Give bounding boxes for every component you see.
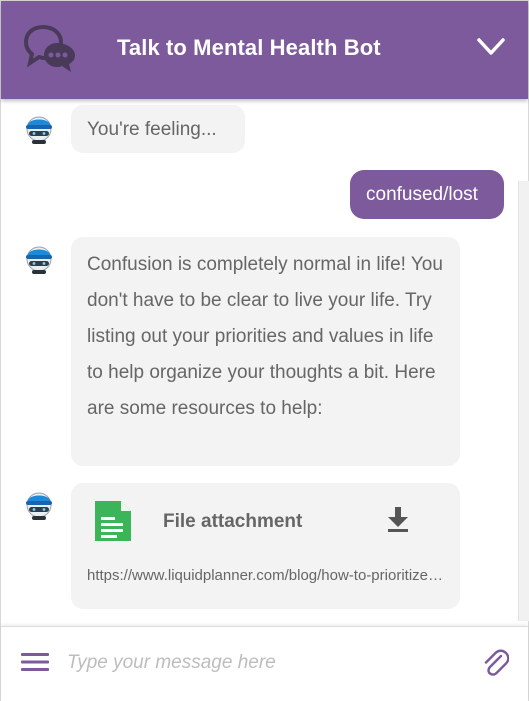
chat-widget: Talk to Mental Health Bot You're feeling…	[0, 0, 529, 701]
chevron-down-icon[interactable]	[476, 35, 506, 59]
paperclip-icon[interactable]	[481, 647, 509, 677]
chat-bubbles-icon	[23, 24, 75, 72]
robot-avatar-icon	[26, 246, 52, 274]
download-icon[interactable]	[385, 505, 411, 533]
scrollbar[interactable]	[518, 181, 529, 621]
file-attachment-card[interactable]: File attachment https://www.liquidplanne…	[71, 483, 460, 609]
menu-icon[interactable]	[21, 652, 49, 672]
chat-header: Talk to Mental Health Bot	[1, 1, 528, 99]
robot-avatar-icon	[26, 492, 52, 520]
bot-message: You're feeling...	[71, 105, 245, 153]
user-message: confused/lost	[350, 170, 504, 219]
header-title: Talk to Mental Health Bot	[117, 35, 381, 60]
document-icon	[95, 501, 131, 541]
robot-avatar-icon	[26, 116, 52, 144]
composer	[1, 626, 528, 701]
message-list[interactable]: You're feeling... confused/lost Confusio…	[1, 99, 528, 626]
bot-message: Confusion is completely normal in life! …	[71, 237, 460, 466]
attachment-title: File attachment	[163, 511, 303, 532]
attachment-url[interactable]: https://www.liquidplanner.com/blog/how-t…	[87, 567, 445, 584]
message-input[interactable]	[67, 645, 457, 681]
